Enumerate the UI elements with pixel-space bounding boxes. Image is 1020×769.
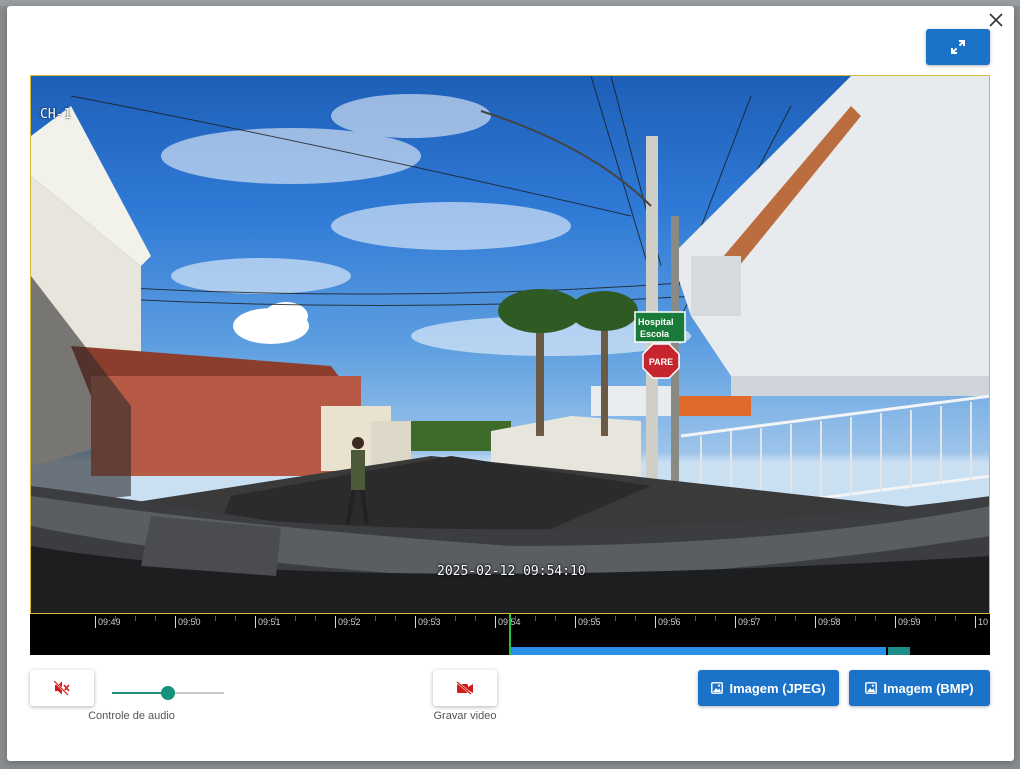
capture-bmp-button[interactable]: Imagem (BMP): [849, 670, 990, 706]
timeline-minor-tick: [375, 616, 376, 621]
audio-volume-thumb[interactable]: [161, 686, 175, 700]
timeline-minor-tick: [215, 616, 216, 621]
timeline-tick: 09:57: [735, 616, 761, 628]
timeline-minor-tick: [915, 616, 916, 621]
timeline-minor-tick: [755, 616, 756, 621]
timeline-minor-tick: [855, 616, 856, 621]
camera-scene: Hospital Escola PARE: [31, 76, 989, 613]
volume-mute-icon: [53, 680, 70, 696]
record-video-button[interactable]: [433, 670, 497, 706]
timeline-tick: 09:51: [255, 616, 281, 628]
expand-icon: [951, 40, 965, 54]
video-player-modal: Hospital Escola PARE CH-1 2025-02-12 09:…: [7, 6, 1014, 761]
timeline-tick: 09:53: [415, 616, 441, 628]
timeline-tick: 09:56: [655, 616, 681, 628]
mute-button[interactable]: [30, 670, 94, 706]
capture-bmp-label: Imagem (BMP): [883, 680, 974, 696]
timeline-minor-tick: [615, 616, 616, 621]
timeline-minor-tick: [115, 616, 116, 621]
timeline-tick: 09:59: [895, 616, 921, 628]
timeline-minor-tick: [935, 616, 936, 621]
image-icon: [865, 682, 878, 694]
timeline-tick: 09:52: [335, 616, 361, 628]
video-off-icon: [456, 681, 473, 695]
capture-jpeg-label: Imagem (JPEG): [729, 680, 826, 696]
close-icon: [989, 13, 1003, 27]
fullscreen-button[interactable]: [926, 29, 990, 65]
timeline-tick: 09:58: [815, 616, 841, 628]
timeline-minor-tick: [395, 616, 396, 621]
timeline-minor-tick: [315, 616, 316, 621]
timeline-minor-tick: [475, 616, 476, 621]
audio-volume-slider[interactable]: [112, 686, 224, 700]
timeline-minor-tick: [435, 616, 436, 621]
timeline-minor-tick: [555, 616, 556, 621]
stop-sign-text: PARE: [649, 357, 673, 367]
playback-timeline[interactable]: 09:49 09:50 09:51 09:52 09:53 09:54 09:55 09:56…: [30, 614, 990, 655]
close-button[interactable]: [986, 10, 1006, 30]
timeline-minor-tick: [235, 616, 236, 621]
timeline-minor-tick: [455, 616, 456, 621]
audio-control-caption: Controle de audio: [88, 710, 175, 722]
timeline-tick: 09:50: [175, 616, 201, 628]
timeline-tick: 09:49: [95, 616, 121, 628]
recorded-segment-secondary[interactable]: [888, 647, 910, 655]
street-sign-line2: Escola: [640, 329, 670, 339]
recorded-segment[interactable]: [510, 647, 886, 655]
timeline-minor-tick: [275, 616, 276, 621]
timeline-minor-tick: [675, 616, 676, 621]
timeline-minor-tick: [635, 616, 636, 621]
timeline-minor-tick: [535, 616, 536, 621]
audio-volume-fill: [112, 692, 168, 694]
timeline-minor-tick: [135, 616, 136, 621]
record-video-caption: Gravar video: [433, 710, 497, 722]
timeline-minor-tick: [515, 616, 516, 621]
timeline-minor-tick: [155, 616, 156, 621]
capture-jpeg-button[interactable]: Imagem (JPEG): [698, 670, 839, 706]
timeline-minor-tick: [195, 616, 196, 621]
timeline-tick: 10: [975, 616, 988, 628]
video-timestamp: 2025-02-12 09:54:10: [437, 564, 586, 579]
timeline-minor-tick: [875, 616, 876, 621]
timeline-minor-tick: [835, 616, 836, 621]
timeline-minor-tick: [795, 616, 796, 621]
video-frame[interactable]: Hospital Escola PARE CH-1 2025-02-12 09:…: [30, 75, 990, 614]
channel-label: CH-1: [40, 107, 72, 122]
timeline-tick: 09:54: [495, 616, 521, 628]
timeline-minor-tick: [955, 616, 956, 621]
timeline-minor-tick: [695, 616, 696, 621]
timeline-minor-tick: [715, 616, 716, 621]
image-icon: [711, 682, 724, 694]
timeline-minor-tick: [595, 616, 596, 621]
timeline-tick: 09:55: [575, 616, 601, 628]
timeline-playhead[interactable]: [509, 614, 511, 655]
timeline-minor-tick: [355, 616, 356, 621]
street-sign-line1: Hospital: [638, 317, 674, 327]
timeline-minor-tick: [775, 616, 776, 621]
timeline-minor-tick: [295, 616, 296, 621]
